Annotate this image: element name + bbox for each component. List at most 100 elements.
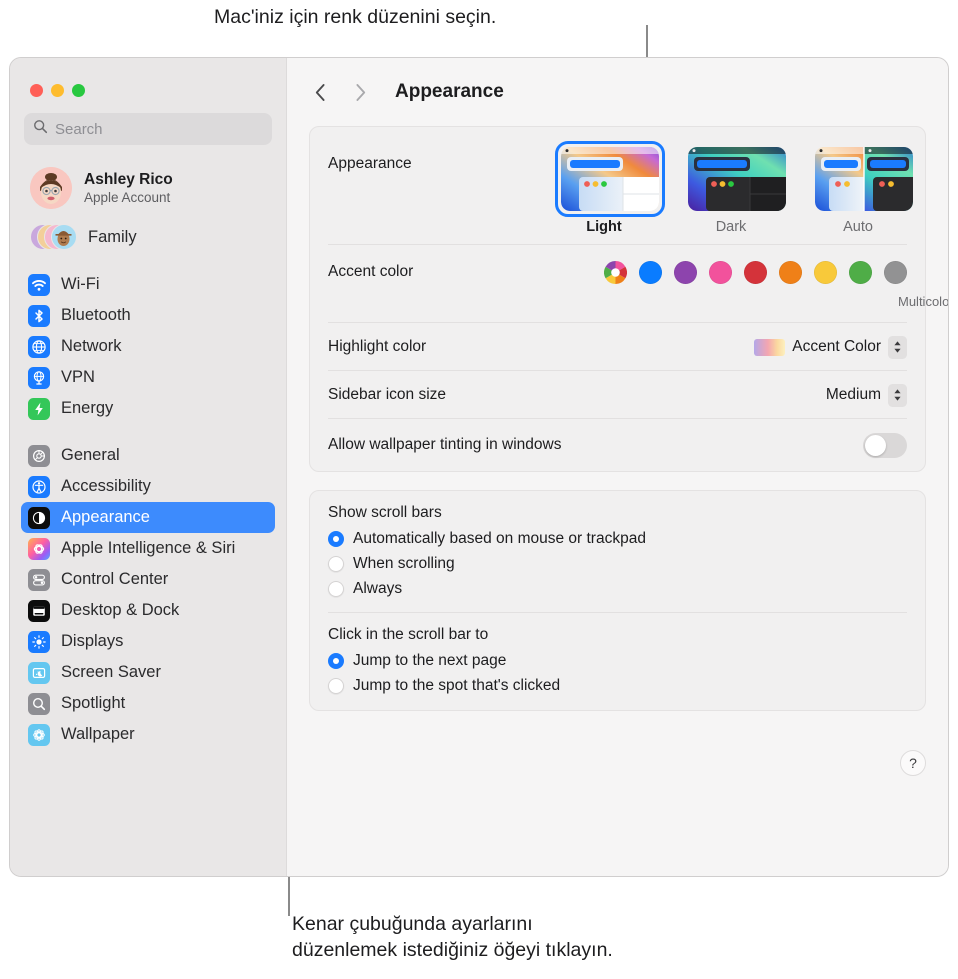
sidebar-item-label: Network: [61, 337, 122, 356]
maximize-button[interactable]: [72, 84, 85, 97]
sidebar-icon-size-popup[interactable]: Medium: [826, 384, 907, 407]
apple-account-row[interactable]: Ashley Rico Apple Account: [24, 163, 272, 213]
chevron-left-icon[interactable]: [309, 81, 331, 103]
radio-option-always[interactable]: Always: [328, 576, 907, 601]
detail-pane: Appearance Appearance: [286, 58, 948, 876]
appearance-mode-dark[interactable]: Dark: [682, 141, 780, 235]
appearance-mode-light[interactable]: Light: [555, 141, 653, 235]
sidebar-icon-size-label: Sidebar icon size: [328, 386, 446, 404]
accent-color-swatches: [604, 261, 907, 284]
sidebar-item-label: Spotlight: [61, 694, 125, 713]
sidebar-item-control-center[interactable]: Control Center: [21, 564, 275, 595]
account-name: Ashley Rico: [84, 171, 173, 189]
search-field[interactable]: [24, 113, 272, 145]
accent-swatch-purple[interactable]: [674, 261, 697, 284]
desktop-dock-icon: [28, 600, 50, 622]
accent-caption-wrap: Multicolor: [310, 293, 925, 323]
accent-swatch-orange[interactable]: [779, 261, 802, 284]
sidebar-group-network: Wi-Fi Bluetooth: [10, 269, 286, 424]
sidebar-item-accessibility[interactable]: Accessibility: [21, 471, 275, 502]
radio-option-automatic[interactable]: Automatically based on mouse or trackpad: [328, 526, 907, 551]
accent-swatch-blue[interactable]: [639, 261, 662, 284]
help-button[interactable]: ?: [900, 750, 926, 776]
sidebar-item-energy[interactable]: Energy: [21, 393, 275, 424]
wallpaper-icon: [28, 724, 50, 746]
accent-swatch-multicolor[interactable]: [604, 261, 627, 284]
toggle-knob: [865, 435, 886, 456]
sidebar-item-general[interactable]: General: [21, 440, 275, 471]
sidebar-item-spotlight[interactable]: Spotlight: [21, 688, 275, 719]
sidebar-item-displays[interactable]: Displays: [21, 626, 275, 657]
system-settings-window: Ashley Rico Apple Account: [9, 57, 949, 877]
sidebar-item-label: General: [61, 446, 120, 465]
sidebar-item-label: Apple Intelligence & Siri: [61, 539, 235, 558]
sidebar-item-wallpaper[interactable]: Wallpaper: [21, 719, 275, 750]
sidebar-item-label: Energy: [61, 399, 113, 418]
sidebar-item-appearance[interactable]: Appearance: [21, 502, 275, 533]
avatar: [30, 167, 72, 209]
sidebar-item-network[interactable]: Network: [21, 331, 275, 362]
bolt-icon: [28, 398, 50, 420]
radio-indicator: [328, 556, 344, 572]
radio-label: Jump to the next page: [353, 652, 506, 670]
radio-option-spot-clicked[interactable]: Jump to the spot that's clicked: [328, 673, 907, 698]
appearance-label: Appearance: [328, 155, 412, 173]
radio-indicator: [328, 678, 344, 694]
chevron-updown-icon[interactable]: [888, 336, 907, 359]
accent-swatch-pink[interactable]: [709, 261, 732, 284]
sidebar-item-label: Screen Saver: [61, 663, 161, 682]
minimize-button[interactable]: [51, 84, 64, 97]
close-button[interactable]: [30, 84, 43, 97]
sidebar: Ashley Rico Apple Account: [10, 58, 286, 876]
accent-swatch-yellow[interactable]: [814, 261, 837, 284]
sidebar-item-label: Wi-Fi: [61, 275, 99, 294]
sidebar-icon-size-value: Medium: [826, 386, 881, 404]
radio-option-next-page[interactable]: Jump to the next page: [328, 648, 907, 673]
wallpaper-tinting-toggle[interactable]: [863, 433, 907, 458]
sidebar-item-label: Desktop & Dock: [61, 601, 179, 620]
accent-swatch-graphite[interactable]: [884, 261, 907, 284]
accent-swatch-red[interactable]: [744, 261, 767, 284]
radio-option-when-scrolling[interactable]: When scrolling: [328, 551, 907, 576]
sidebar-item-vpn[interactable]: VPN: [21, 362, 275, 393]
sidebar-item-label: Displays: [61, 632, 123, 651]
dark-mode-thumbnail: [688, 147, 786, 211]
appearance-settings-card: Appearance: [309, 126, 926, 472]
chevron-updown-icon[interactable]: [888, 384, 907, 407]
accessibility-icon: [28, 476, 50, 498]
radio-indicator: [328, 581, 344, 597]
appearance-mode-picker: Light: [555, 141, 907, 235]
accent-caption: Multicolor: [898, 294, 949, 309]
scroll-bar-click-group: Click in the scroll bar to Jump to the n…: [310, 613, 925, 710]
highlight-color-chip: [754, 339, 785, 356]
bluetooth-icon: [28, 305, 50, 327]
appearance-mode-auto[interactable]: Auto: [809, 141, 907, 235]
callout-top-text: Mac'iniz için renk düzenini seçin.: [214, 4, 496, 30]
sidebar-item-label: Bluetooth: [61, 306, 131, 325]
show-scroll-bars-title: Show scroll bars: [328, 504, 907, 522]
family-label: Family: [88, 228, 137, 247]
sidebar-item-label: Appearance: [61, 508, 150, 527]
highlight-color-label: Highlight color: [328, 338, 426, 356]
chevron-right-icon[interactable]: [349, 81, 371, 103]
family-avatar-4: [51, 224, 77, 250]
wallpaper-tinting-row: Allow wallpaper tinting in windows: [310, 419, 925, 471]
sidebar-icon-size-row[interactable]: Sidebar icon size Medium: [310, 371, 925, 419]
accent-swatch-green[interactable]: [849, 261, 872, 284]
appearance-mode-label: Light: [555, 219, 653, 235]
sidebar-item-screen-saver[interactable]: Screen Saver: [21, 657, 275, 688]
siri-icon: [28, 538, 50, 560]
sidebar-item-apple-intelligence-siri[interactable]: Apple Intelligence & Siri: [21, 533, 275, 564]
accent-color-label: Accent color: [328, 263, 413, 281]
family-row[interactable]: Family: [24, 219, 272, 255]
appearance-mode-label: Dark: [682, 219, 780, 235]
radio-label: Always: [353, 580, 402, 598]
sidebar-item-wifi[interactable]: Wi-Fi: [21, 269, 275, 300]
highlight-color-row[interactable]: Highlight color Accent Color: [310, 323, 925, 371]
sidebar-item-bluetooth[interactable]: Bluetooth: [21, 300, 275, 331]
vpn-icon: [28, 367, 50, 389]
account-subtitle: Apple Account: [84, 189, 173, 206]
sidebar-item-desktop-dock[interactable]: Desktop & Dock: [21, 595, 275, 626]
highlight-color-popup[interactable]: Accent Color: [754, 336, 907, 359]
search-input[interactable]: [55, 121, 263, 138]
